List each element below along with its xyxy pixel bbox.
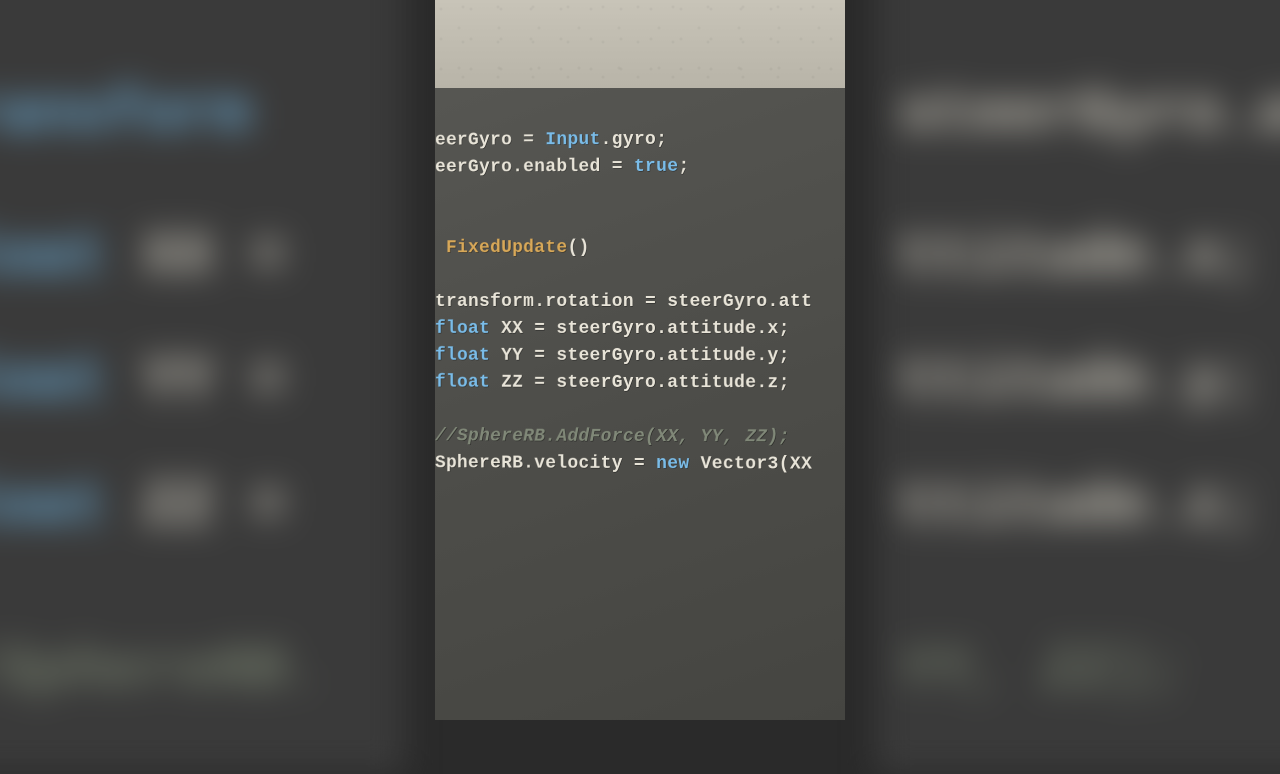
bg-text: float	[0, 472, 106, 540]
bg-left-code: transform float XX = float YY = float ZZ…	[0, 0, 404, 774]
bg-text: ZZ =	[106, 472, 285, 540]
center-photo-panel: teerGyro = Input.gyro; teerGyro.enabled …	[435, 0, 845, 720]
bg-text: //SphereRB.	[0, 638, 322, 706]
ceiling-area	[435, 0, 845, 88]
bg-text: steerGyro.att	[899, 81, 1280, 149]
bg-text: ttitude.y;	[899, 348, 1258, 416]
bg-text: float	[0, 223, 106, 291]
bg-text: float	[0, 348, 106, 416]
bg-right-code: steerGyro.att ttitude.x; ttitude.y; ttit…	[876, 0, 1280, 774]
code-line: float YY = steerGyro.attitude.y;	[435, 346, 790, 366]
bg-text: XX =	[106, 223, 285, 291]
code-line: transform.rotation = steerGyro.att	[435, 292, 812, 312]
code-line: SphereRB.velocity = new Vector3(XX	[435, 453, 812, 474]
bg-text: YY =	[106, 348, 285, 416]
code-line: teerGyro.enabled = true;	[435, 157, 690, 178]
bg-text: ttitude.x;	[899, 223, 1258, 291]
code-block: teerGyro = Input.gyro; teerGyro.enabled …	[435, 99, 845, 506]
code-line: teerGyro = Input.gyro;	[435, 130, 667, 151]
code-line: float XX = steerGyro.attitude.x;	[435, 319, 790, 339]
monitor-screen: teerGyro = Input.gyro; teerGyro.enabled …	[435, 88, 845, 720]
code-line: //SphereRB.AddForce(XX, YY, ZZ);	[435, 426, 790, 447]
code-line: d FixedUpdate()	[435, 238, 590, 258]
bg-text: ttitude.z;	[899, 472, 1258, 540]
code-line: float ZZ = steerGyro.attitude.z;	[435, 373, 790, 394]
bg-text: YY, ZZ);	[899, 638, 1186, 706]
bg-text: transform	[0, 81, 250, 149]
